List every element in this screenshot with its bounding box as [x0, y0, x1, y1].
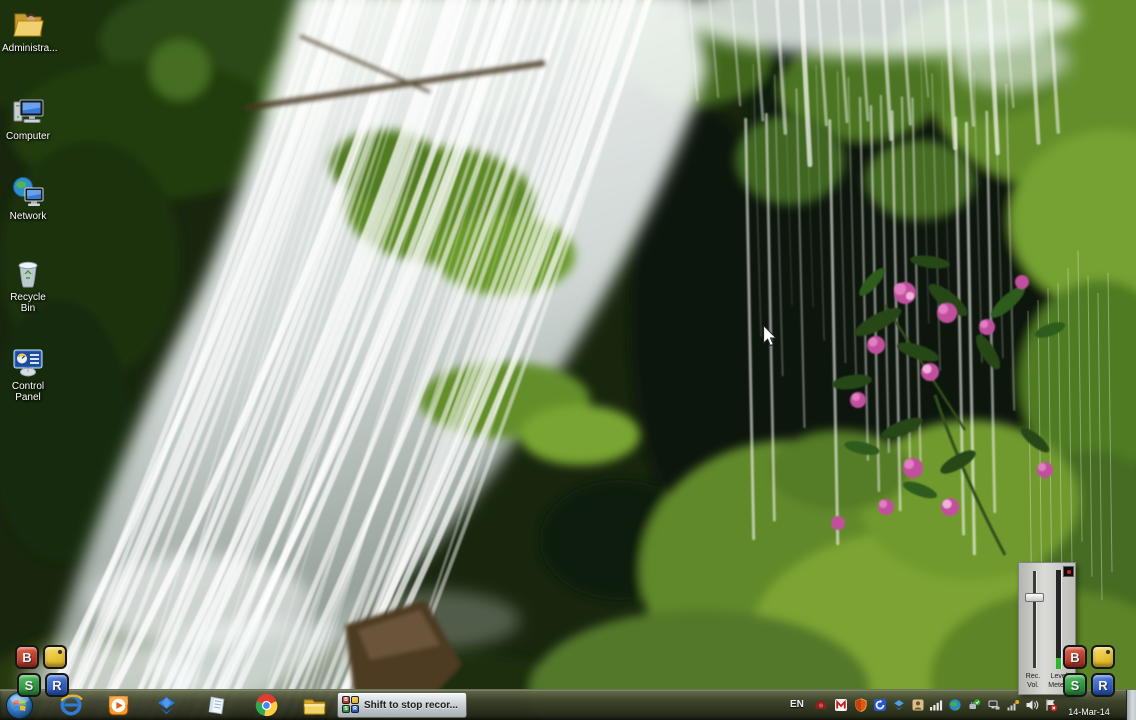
- recorder-tile-s[interactable]: S: [1063, 673, 1087, 697]
- icon-label: Administra...: [2, 43, 58, 54]
- network-icon: [13, 177, 44, 206]
- screen-recorder-icon: B S R: [342, 696, 360, 714]
- level-meter: [1056, 570, 1062, 669]
- tile-letter: B: [22, 649, 32, 665]
- mouse-cursor: [763, 325, 777, 347]
- mini-tile-s: S: [342, 705, 350, 713]
- tile-letter: R: [1098, 677, 1108, 693]
- tray-messenger-icon[interactable]: [911, 698, 925, 712]
- mini-tile-pause: [351, 696, 359, 704]
- clock-date[interactable]: 14-Mar-14: [1058, 707, 1120, 717]
- pause-dot-icon: [58, 650, 62, 654]
- recorder-overlay-left: B S R: [15, 645, 71, 699]
- icon-label: Computer: [6, 131, 50, 142]
- tray-security-shield-icon[interactable]: [854, 698, 868, 712]
- tray-connection-status-icon[interactable]: [1006, 698, 1020, 712]
- rec-vol-label: Rec.: [1025, 673, 1041, 680]
- tray-usb-eject-icon[interactable]: [967, 698, 981, 712]
- tray-maroon-camera-icon[interactable]: [814, 698, 828, 712]
- desktop-icon-recycle-bin[interactable]: Recycle Bin: [2, 255, 54, 314]
- desktop-icon-control-panel[interactable]: Control Panel: [2, 344, 54, 403]
- tray-signal-bars-icon[interactable]: [929, 698, 943, 712]
- tile-letter: S: [344, 705, 348, 712]
- mini-tile-b: B: [342, 696, 350, 704]
- taskbar-chrome[interactable]: [252, 693, 280, 717]
- tile-letter: B: [344, 696, 348, 703]
- mini-tile-r: R: [351, 705, 359, 713]
- recording-status-button[interactable]: B S R Shift to stop recor...: [337, 692, 467, 718]
- taskbar: B S R Shift to stop recor... EN 14-Mar-1…: [0, 689, 1136, 720]
- tray-action-center-flag-icon[interactable]: [1044, 698, 1058, 712]
- media-player-icon: [108, 695, 128, 715]
- tray-red-m-logo-icon[interactable]: [834, 698, 848, 712]
- icon-label: Control Panel: [11, 381, 45, 403]
- tray-blue-swirl-icon[interactable]: [873, 698, 887, 712]
- recorder-tile-r[interactable]: R: [45, 673, 69, 697]
- tray-volume-icon[interactable]: [1025, 698, 1039, 712]
- level-meter-fill: [1056, 658, 1061, 669]
- tile-letter: R: [353, 705, 357, 712]
- recorder-tile-b[interactable]: B: [1063, 645, 1087, 669]
- wallpaper-waterfall: [0, 0, 1136, 720]
- tray-globe-icon[interactable]: [948, 698, 962, 712]
- show-desktop-button[interactable]: [1126, 690, 1136, 720]
- pause-dot-icon: [1106, 650, 1110, 654]
- tile-letter: B: [1070, 649, 1080, 665]
- tile-letter: R: [52, 677, 62, 693]
- icon-label: Recycle Bin: [10, 292, 46, 314]
- taskbar-windows-explorer[interactable]: [300, 693, 328, 717]
- taskbar-notepad[interactable]: [202, 693, 230, 717]
- icon-label: Network: [9, 211, 47, 222]
- language-indicator[interactable]: EN: [790, 699, 804, 710]
- desktop-icon-computer[interactable]: Computer: [2, 94, 54, 142]
- desktop-icon-administrator[interactable]: Administra...: [2, 6, 58, 54]
- tile-letter: S: [1070, 677, 1080, 693]
- recorder-overlay-right: B S R: [1063, 645, 1119, 699]
- rec-volume-slider-handle[interactable]: [1025, 593, 1044, 602]
- folder-icon: [303, 698, 325, 715]
- rec-volume-slider-track[interactable]: [1033, 571, 1037, 668]
- dropbox-icon: [157, 696, 175, 714]
- desktop-icon-network[interactable]: Network: [2, 174, 54, 222]
- recycle-bin-icon: [18, 261, 38, 288]
- recording-status-label: Shift to stop recor...: [364, 699, 458, 711]
- notepad-icon: [208, 696, 224, 714]
- chrome-icon: [255, 693, 277, 716]
- recorder-tile-s[interactable]: S: [17, 673, 41, 697]
- taskbar-media-player[interactable]: [104, 693, 132, 717]
- tray-dropbox-icon[interactable]: [892, 698, 906, 712]
- tile-letter: S: [24, 677, 34, 693]
- recorder-tile-r[interactable]: R: [1091, 673, 1115, 697]
- recorder-tile-pause[interactable]: [1091, 645, 1115, 669]
- record-dot-icon: [1067, 570, 1071, 574]
- recorder-tile-pause[interactable]: [43, 645, 67, 669]
- rec-vol-label: Vol.: [1027, 682, 1039, 689]
- taskbar-dropbox[interactable]: [152, 693, 180, 717]
- computer-icon: [13, 99, 44, 123]
- record-indicator-button[interactable]: [1063, 566, 1074, 577]
- recorder-tile-b[interactable]: B: [15, 645, 39, 669]
- tray-network-pc-icon[interactable]: [987, 698, 1001, 712]
- user-folder-icon: [13, 13, 44, 37]
- control-panel-icon: [13, 349, 43, 377]
